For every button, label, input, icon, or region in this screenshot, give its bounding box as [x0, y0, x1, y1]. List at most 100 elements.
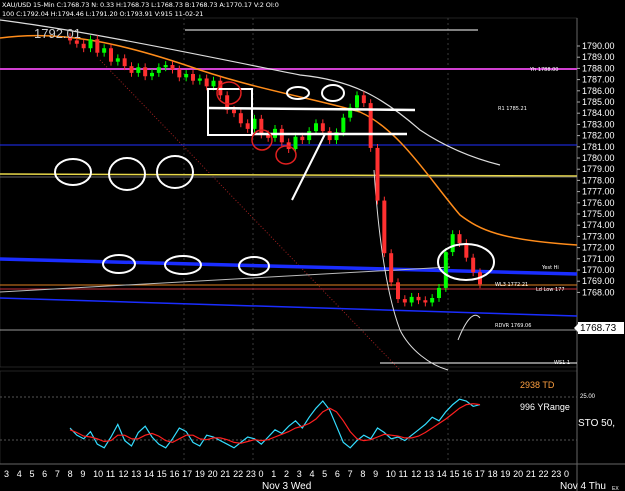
candle-body[interactable]	[409, 296, 414, 303]
price-tick-label: 1776.00	[582, 198, 615, 208]
price-tick-label: 1779.00	[582, 164, 615, 174]
candle-body[interactable]	[361, 95, 366, 104]
time-tick-label: 15	[157, 469, 167, 479]
price-tick-label: 1787.00	[582, 75, 615, 85]
candle-body[interactable]	[450, 234, 455, 253]
time-tick-label: 10	[386, 469, 396, 479]
yrange-label: 996 YRange	[520, 402, 570, 412]
candle-body[interactable]	[307, 131, 312, 141]
candle-body[interactable]	[163, 65, 168, 68]
time-tick-label: 0	[259, 469, 264, 479]
candle-body[interactable]	[122, 58, 127, 67]
time-tick-label: 20	[208, 469, 218, 479]
candle-body[interactable]	[136, 67, 141, 73]
candle-body[interactable]	[81, 43, 86, 49]
indicator-panel[interactable]	[0, 370, 578, 465]
candle-body[interactable]	[191, 74, 195, 81]
price-panel[interactable]	[0, 17, 578, 368]
time-tick-label: 17	[182, 469, 192, 479]
time-axis[interactable]: 3 4 5 6 7 8 9 10 11 12 13 14 15 16 17 19 20 21 22 23 0 1 2 3 4 5 6…	[4, 469, 569, 479]
candle-body[interactable]	[320, 123, 325, 132]
candle-body[interactable]	[423, 300, 428, 303]
candle-body[interactable]	[156, 67, 161, 73]
candle-body[interactable]	[396, 282, 400, 300]
time-tick-label: 12	[411, 469, 421, 479]
time-tick-label: 8	[360, 469, 365, 479]
candle-body[interactable]	[443, 252, 448, 288]
time-tick-label: 12	[119, 469, 129, 479]
time-tick-label: 22	[233, 469, 243, 479]
sto-25-label: 25.00	[580, 394, 596, 400]
candle-body[interactable]	[355, 95, 359, 108]
candle-body[interactable]	[259, 118, 264, 135]
candle-body[interactable]	[464, 243, 469, 258]
candle-body[interactable]	[232, 109, 236, 114]
price-tick-label: 1778.00	[582, 175, 615, 185]
price-tick-label: 1780.00	[582, 153, 615, 163]
candle-body[interactable]	[293, 136, 298, 150]
price-tick-label: 1771.00	[582, 254, 615, 264]
time-tick-label: 6	[335, 469, 340, 479]
price-chart[interactable]: 1792.01 1790.001789.001788.001787.001786…	[0, 0, 625, 491]
candle-body[interactable]	[115, 58, 120, 62]
time-tick-label: 16	[169, 469, 179, 479]
price-tick-label: 1775.00	[582, 209, 615, 219]
overlay-price-text: 1792.01	[34, 26, 81, 41]
candle-body[interactable]	[416, 296, 421, 301]
candle-body[interactable]	[129, 66, 134, 73]
candle-body[interactable]	[430, 298, 435, 303]
candle-body[interactable]	[382, 200, 387, 254]
price-tick-label: 1782.00	[582, 131, 615, 141]
time-tick-label: 3	[297, 469, 302, 479]
time-tick-label: 19	[195, 469, 205, 479]
candle-body[interactable]	[300, 136, 305, 141]
r1-label: R1 1785.21	[498, 106, 527, 112]
time-tick-label: 8	[68, 469, 73, 479]
candle-body[interactable]	[471, 257, 476, 273]
time-tick-label: 21	[526, 469, 536, 479]
trading-chart-window[interactable]: XAU/USD 15-Min C:1768.73 N: 0.33 H:1768.…	[0, 0, 625, 491]
candle-body[interactable]	[437, 287, 441, 298]
candle-body[interactable]	[95, 39, 100, 53]
candle-body[interactable]	[211, 80, 216, 87]
candle-body[interactable]	[150, 72, 154, 77]
candle-body[interactable]	[245, 123, 250, 129]
candle-body[interactable]	[402, 299, 407, 303]
time-tick-label: 21	[220, 469, 230, 479]
candle-body[interactable]	[177, 69, 182, 78]
time-tick-label: 19	[500, 469, 510, 479]
candle-body[interactable]	[204, 78, 209, 87]
ws1-label: WS1 1	[554, 360, 570, 366]
rdvr-label: RDVR 1769.06	[495, 323, 531, 329]
candle-body[interactable]	[143, 67, 148, 77]
time-tick-label: 7	[55, 469, 60, 479]
candle-body[interactable]	[109, 48, 113, 62]
candle-body[interactable]	[102, 48, 107, 53]
candle-body[interactable]	[88, 39, 93, 49]
candle-body[interactable]	[184, 74, 189, 78]
candle-body[interactable]	[457, 234, 462, 244]
candle-body[interactable]	[238, 113, 243, 124]
candle-body[interactable]	[170, 65, 175, 70]
candle-body[interactable]	[389, 253, 394, 283]
time-tick-label: 4	[17, 469, 22, 479]
price-axis[interactable]: 1790.001789.001788.00 1787.001786.001785.…	[577, 41, 615, 297]
candle-body[interactable]	[279, 128, 284, 143]
candle-body[interactable]	[314, 123, 318, 132]
candle-body[interactable]	[375, 147, 380, 201]
price-tick-label: 1789.00	[582, 52, 615, 62]
time-tick-label: 11	[399, 469, 408, 479]
time-tick-label: 14	[144, 469, 154, 479]
sto-label: STO 50,	[578, 418, 615, 429]
ld-low-label: Ld Low 177	[536, 287, 565, 293]
candle-body[interactable]	[252, 118, 257, 129]
time-tick-label: 13	[424, 469, 434, 479]
date-label-nov3: Nov 3 Wed	[262, 481, 311, 491]
yest-hi-label: Yest Hi	[541, 265, 559, 271]
time-tick-label: 11	[106, 469, 115, 479]
candle-body[interactable]	[327, 131, 332, 141]
candle-body[interactable]	[341, 117, 346, 133]
candle-body[interactable]	[197, 78, 202, 81]
price-tick-label: 1785.00	[582, 97, 615, 107]
time-tick-label: 14	[437, 469, 447, 479]
